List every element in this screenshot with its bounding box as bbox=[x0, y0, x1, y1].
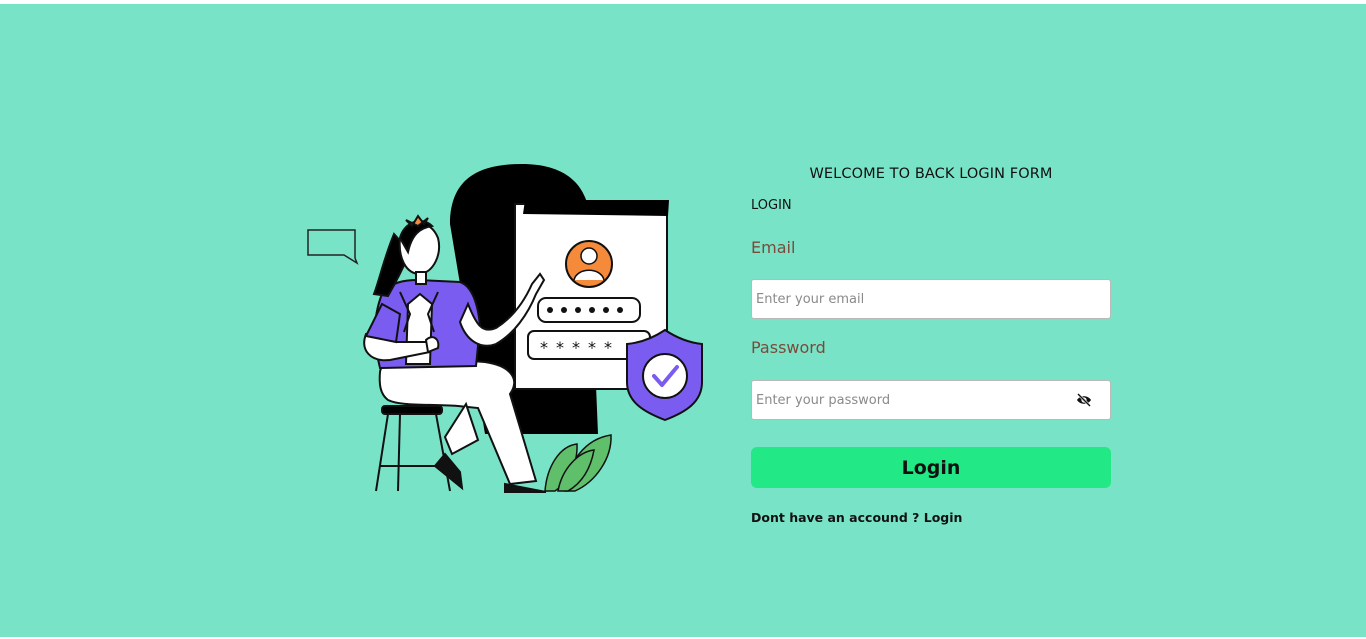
form-subtitle: LOGIN bbox=[751, 198, 792, 213]
svg-text:*: * bbox=[540, 338, 548, 357]
shield-check-icon bbox=[626, 328, 703, 422]
password-field-wrapper bbox=[751, 380, 1111, 420]
login-page: * * * * * WELCOME TO BACK LOGIN FORM LOG… bbox=[0, 4, 1366, 637]
password-input[interactable] bbox=[752, 381, 1056, 419]
signup-link[interactable]: Dont have an accound ? Login bbox=[751, 510, 962, 525]
plant-leaves bbox=[544, 434, 612, 492]
user-icon bbox=[565, 240, 613, 288]
email-label: Email bbox=[751, 238, 796, 257]
svg-text:*: * bbox=[588, 338, 596, 357]
password-label: Password bbox=[751, 338, 826, 357]
eye-off-icon[interactable] bbox=[1076, 393, 1092, 407]
svg-text:*: * bbox=[556, 338, 564, 357]
form-title: WELCOME TO BACK LOGIN FORM bbox=[809, 166, 1053, 182]
login-illustration: * * * * * bbox=[307, 164, 703, 493]
email-input[interactable] bbox=[752, 280, 1056, 318]
speech-bubble-icon bbox=[307, 229, 359, 265]
svg-text:*: * bbox=[604, 338, 612, 357]
login-button[interactable]: Login bbox=[751, 447, 1111, 488]
email-field-wrapper bbox=[751, 279, 1111, 319]
svg-text:*: * bbox=[572, 338, 580, 357]
stool bbox=[375, 405, 451, 492]
